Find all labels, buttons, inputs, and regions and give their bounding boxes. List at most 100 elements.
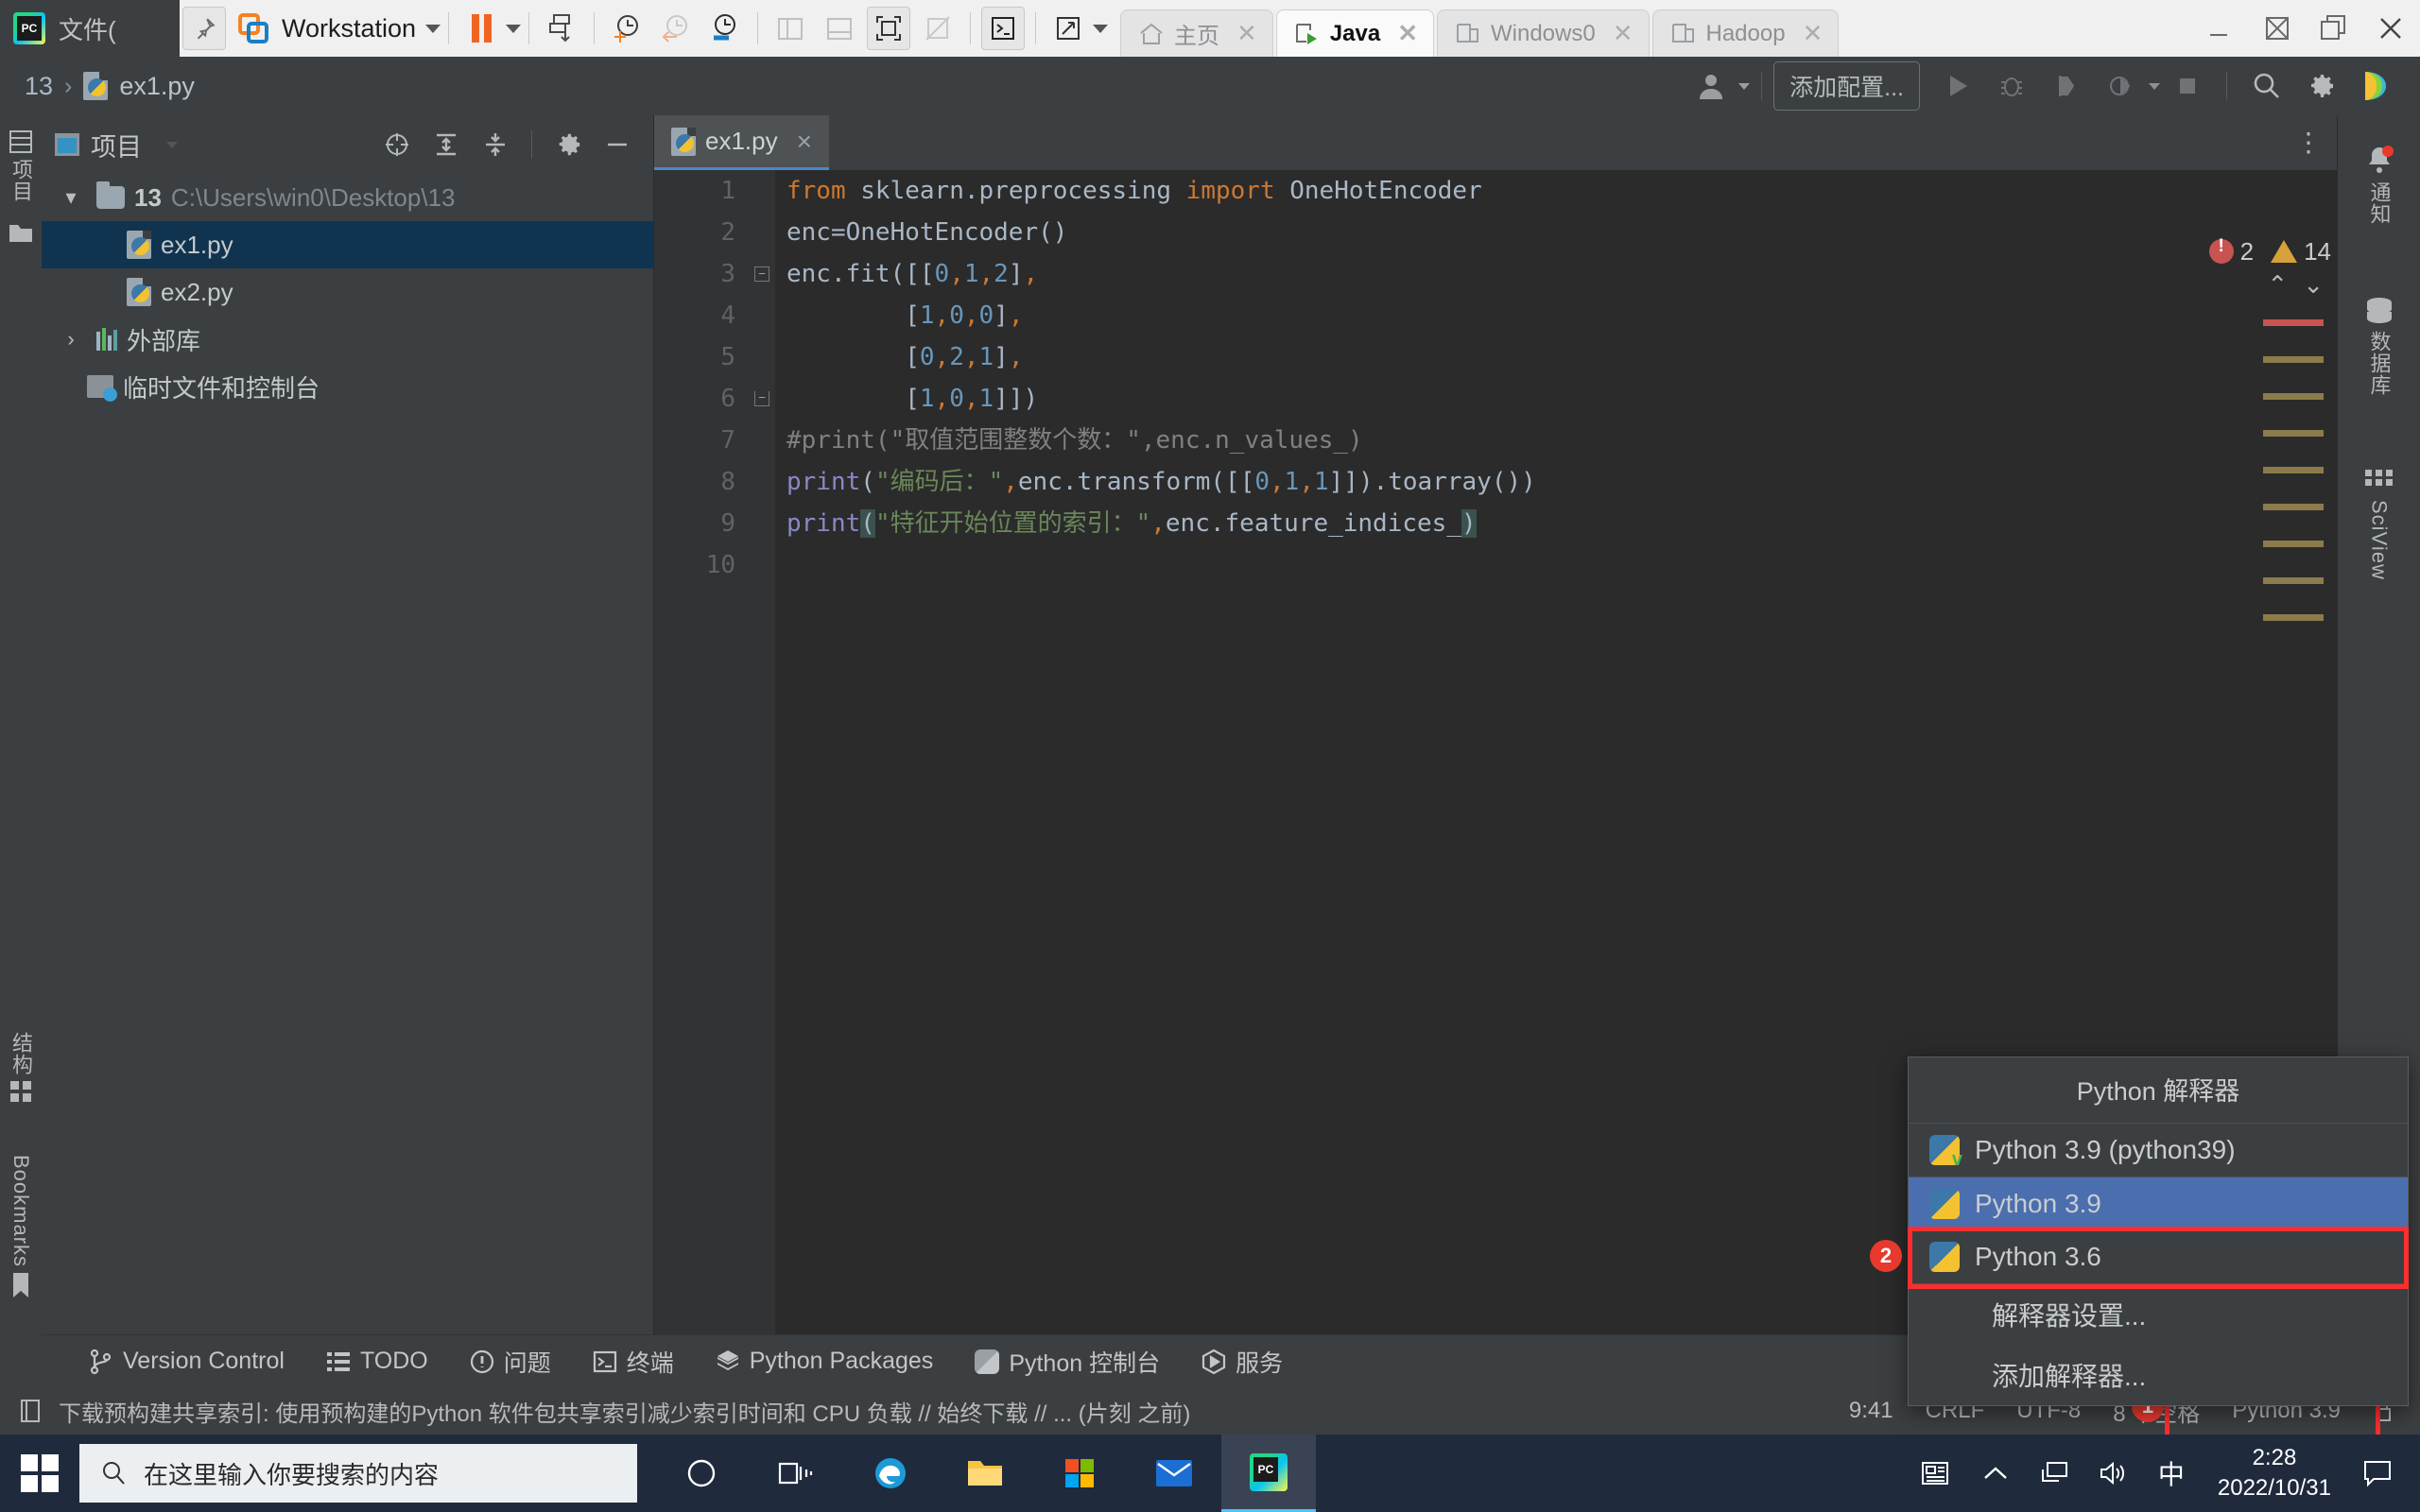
pause-icon[interactable] bbox=[459, 7, 503, 50]
vm-tab-windows0[interactable]: Windows0 ✕ bbox=[1436, 9, 1650, 57]
more-vertical-icon[interactable]: ⋮ bbox=[2295, 127, 2324, 158]
profile-icon[interactable] bbox=[2100, 65, 2142, 107]
view-unity-icon[interactable] bbox=[916, 7, 959, 50]
tool-window-terminal[interactable]: 终端 bbox=[593, 1345, 674, 1379]
chevron-down-icon[interactable] bbox=[166, 141, 178, 148]
tool-window-services[interactable]: 服务 bbox=[1201, 1345, 1283, 1379]
windows-start-icon[interactable] bbox=[0, 1454, 79, 1492]
vm-tab-java[interactable]: Java ✕ bbox=[1275, 9, 1434, 57]
close-icon[interactable] bbox=[2375, 12, 2407, 44]
show-hidden-icons-icon[interactable] bbox=[1966, 1435, 2025, 1512]
chevron-down-icon[interactable] bbox=[1738, 82, 1751, 90]
warning-count[interactable]: 14 bbox=[2271, 237, 2331, 266]
collapse-all-icon[interactable] bbox=[474, 123, 517, 166]
close-icon[interactable]: ✕ bbox=[1397, 19, 1418, 48]
add-interpreter-action[interactable]: 添加解释器... bbox=[1909, 1345, 2408, 1405]
breadcrumb-project[interactable]: 13 bbox=[25, 72, 53, 101]
marker-error[interactable] bbox=[2263, 319, 2324, 326]
view-console-icon[interactable] bbox=[769, 7, 812, 50]
chevron-down-icon[interactable] bbox=[425, 24, 441, 33]
sidebar-item-notifications[interactable]: 通知 bbox=[2338, 115, 2420, 240]
ai-assistant-icon[interactable] bbox=[2355, 65, 2396, 107]
terminal-icon[interactable] bbox=[981, 7, 1026, 50]
interpreter-option-python39-venv[interactable]: Python 3.9 (python39) bbox=[1909, 1124, 2408, 1177]
caret-position[interactable]: 9:41 bbox=[1849, 1398, 1893, 1424]
tree-row[interactable]: ex1.py bbox=[42, 221, 653, 268]
tree-row[interactable]: ex2.py bbox=[42, 268, 653, 316]
fold-toggle-icon[interactable]: − bbox=[754, 266, 769, 282]
search-everywhere-icon[interactable] bbox=[2245, 65, 2287, 107]
restore-icon[interactable] bbox=[2318, 12, 2350, 44]
gear-icon[interactable] bbox=[546, 123, 590, 166]
run-icon[interactable] bbox=[1936, 65, 1978, 107]
inspection-markers[interactable] bbox=[2263, 319, 2324, 651]
user-account-icon[interactable] bbox=[1690, 65, 1732, 107]
tool-window-version-control[interactable]: Version Control bbox=[89, 1348, 285, 1375]
tool-window-python-console[interactable]: Python 控制台 bbox=[975, 1345, 1160, 1379]
close-icon[interactable]: ✕ bbox=[1236, 19, 1257, 48]
close-icon[interactable]: ✕ bbox=[1803, 19, 1824, 48]
ime-indicator[interactable]: 中 bbox=[2142, 1435, 2201, 1512]
chevron-down-icon[interactable]: ⌄ bbox=[2303, 270, 2324, 300]
hide-icon[interactable] bbox=[596, 123, 639, 166]
news-weather-icon[interactable] bbox=[1908, 1435, 1966, 1512]
marker-warning[interactable] bbox=[2263, 577, 2324, 584]
marker-warning[interactable] bbox=[2263, 541, 2324, 547]
pycharm-icon[interactable] bbox=[1221, 1435, 1316, 1512]
task-view-icon[interactable] bbox=[749, 1435, 843, 1512]
sidebar-item-sciview[interactable]: SciView bbox=[2338, 411, 2420, 595]
action-center-icon[interactable] bbox=[2348, 1435, 2407, 1512]
vm-tab-home[interactable]: 主页 ✕ bbox=[1120, 9, 1273, 57]
marker-warning[interactable] bbox=[2263, 430, 2324, 437]
locate-icon[interactable] bbox=[375, 123, 419, 166]
marker-warning[interactable] bbox=[2263, 393, 2324, 400]
sidebar-item-commit[interactable] bbox=[0, 212, 42, 255]
stretch-icon[interactable] bbox=[1046, 7, 1090, 50]
fold-toggle-icon[interactable]: − bbox=[754, 391, 769, 406]
interpreter-option-python39[interactable]: Python 3.9 bbox=[1909, 1177, 2408, 1230]
mail-icon[interactable] bbox=[1127, 1435, 1221, 1512]
file-explorer-icon[interactable] bbox=[938, 1435, 1032, 1512]
interpreter-settings-action[interactable]: 解释器设置... bbox=[1909, 1284, 2408, 1345]
snapshot-add-icon[interactable] bbox=[605, 7, 648, 50]
debug-icon[interactable] bbox=[1991, 65, 2032, 107]
sidebar-item-project[interactable]: 项目 bbox=[0, 115, 42, 212]
sidebar-item-structure[interactable]: 结构 bbox=[0, 1022, 42, 1113]
expand-all-icon[interactable] bbox=[424, 123, 468, 166]
snapshot-manager-icon[interactable] bbox=[703, 7, 747, 50]
maximize-icon[interactable] bbox=[2261, 12, 2293, 44]
cortana-circle-icon[interactable] bbox=[654, 1435, 749, 1512]
tree-row[interactable]: 临时文件和控制台 bbox=[42, 363, 653, 410]
status-message[interactable]: 下载预构建共享索引: 使用预构建的Python 软件包共享索引减少索引时间和 C… bbox=[59, 1395, 1190, 1428]
edge-browser-icon[interactable] bbox=[843, 1435, 938, 1512]
sidebar-item-bookmarks[interactable]: Bookmarks bbox=[0, 1145, 42, 1309]
close-icon[interactable]: × bbox=[797, 127, 812, 157]
chevron-down-icon[interactable] bbox=[2149, 82, 2160, 90]
chevron-down-icon[interactable]: ▾ bbox=[55, 185, 87, 210]
error-count[interactable]: 2 bbox=[2208, 236, 2254, 266]
view-fullscreen-icon[interactable] bbox=[867, 7, 911, 50]
tool-window-python-packages[interactable]: Python Packages bbox=[716, 1348, 933, 1375]
tree-row[interactable]: › 外部库 bbox=[42, 316, 653, 363]
microsoft-store-icon[interactable] bbox=[1032, 1435, 1127, 1512]
search-input[interactable]: 在这里输入你要搜索的内容 bbox=[79, 1444, 637, 1503]
volume-icon[interactable] bbox=[2083, 1435, 2142, 1512]
pin-icon[interactable] bbox=[182, 7, 226, 50]
chevron-right-icon[interactable]: › bbox=[55, 327, 87, 352]
minimize-icon[interactable] bbox=[2204, 12, 2237, 44]
stop-icon[interactable] bbox=[2167, 65, 2208, 107]
clock[interactable]: 2:28 2022/10/31 bbox=[2201, 1443, 2348, 1504]
tree-row[interactable]: ▾ 13 C:\Users\win0\Desktop\13 bbox=[42, 174, 653, 221]
gear-icon[interactable] bbox=[2300, 65, 2342, 107]
sidebar-item-database[interactable]: 数据库 bbox=[2338, 240, 2420, 411]
marker-warning[interactable] bbox=[2263, 356, 2324, 363]
view-library-icon[interactable] bbox=[818, 7, 861, 50]
marker-warning[interactable] bbox=[2263, 504, 2324, 510]
close-icon[interactable]: ✕ bbox=[1613, 19, 1634, 48]
file-menu-label[interactable]: 文件( bbox=[59, 11, 116, 46]
snapshot-take-icon[interactable] bbox=[540, 7, 583, 50]
chevron-down-icon[interactable] bbox=[1093, 24, 1109, 33]
network-icon[interactable] bbox=[2025, 1435, 2083, 1512]
marker-warning[interactable] bbox=[2263, 614, 2324, 621]
snapshot-revert-icon[interactable] bbox=[654, 7, 698, 50]
